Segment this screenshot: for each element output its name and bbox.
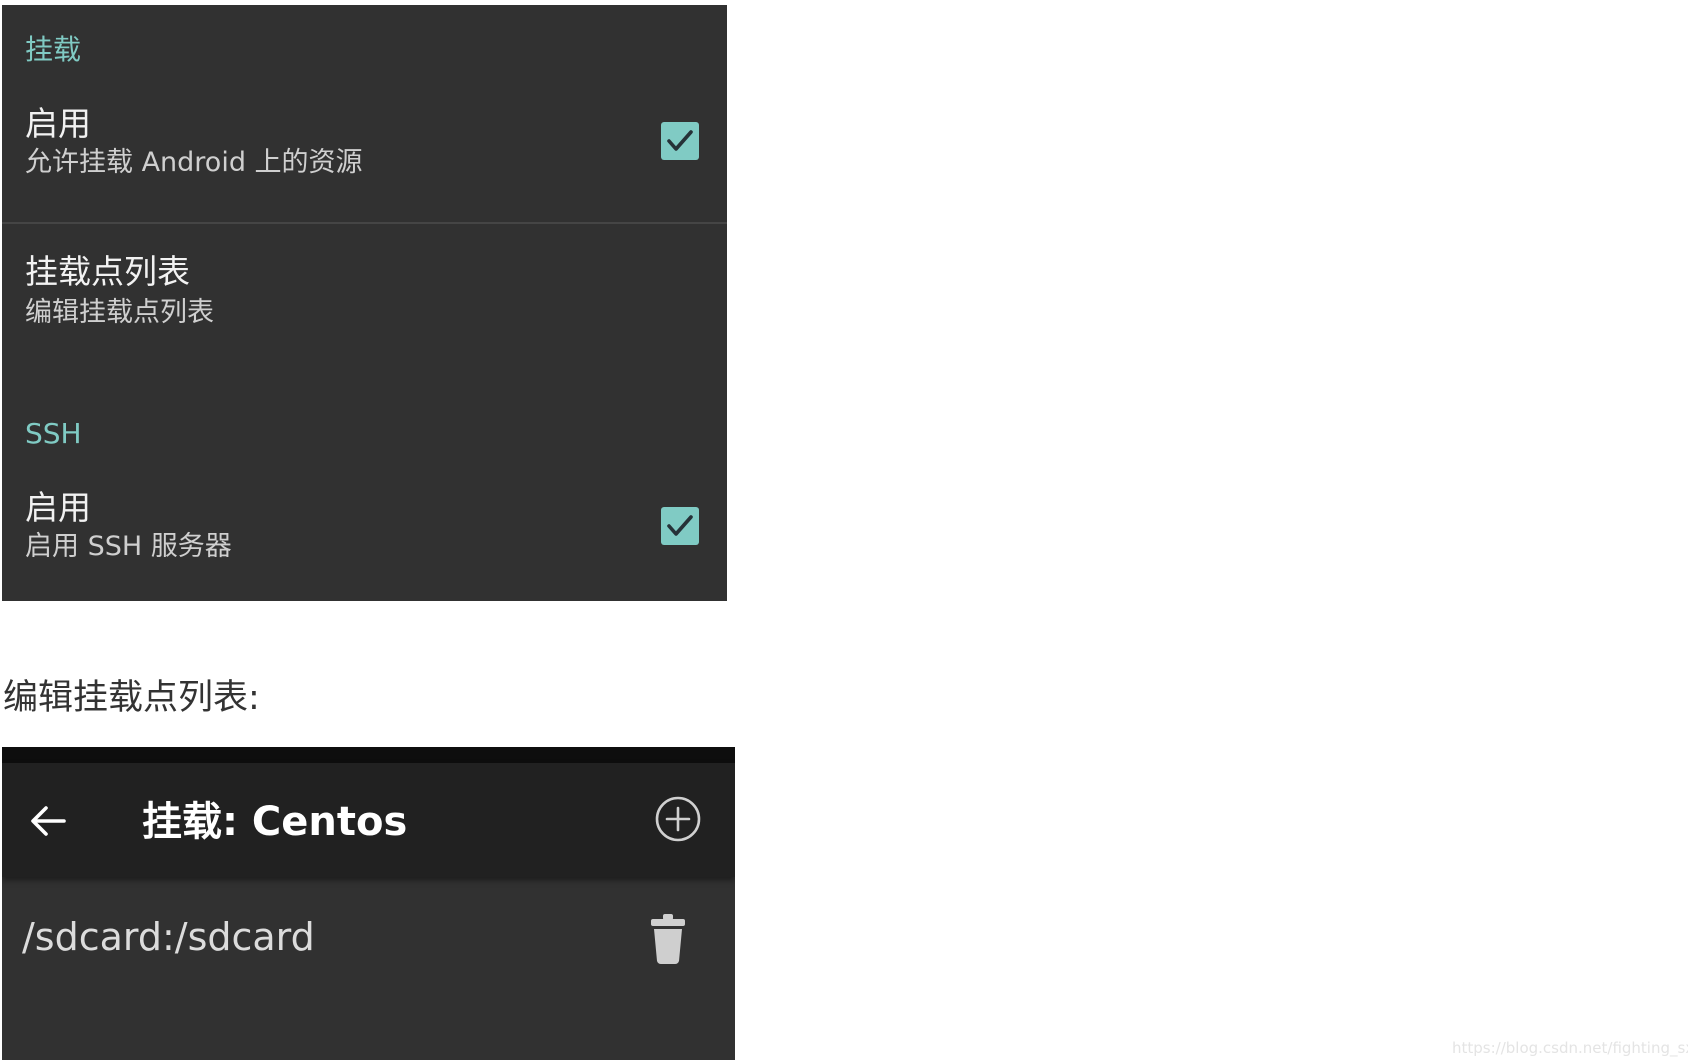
category-header-ssh: SSH — [25, 417, 82, 450]
caption-text: 编辑挂载点列表: — [3, 678, 260, 718]
pref-mount-points[interactable]: 挂载点列表 编辑挂载点列表 — [2, 251, 727, 351]
pref-ssh-enable[interactable]: 启用 启用 SSH 服务器 — [2, 479, 727, 591]
ssh-enable-checkbox[interactable] — [661, 507, 699, 545]
pref-summary: 启用 SSH 服务器 — [25, 531, 232, 562]
back-button[interactable] — [24, 795, 76, 847]
trash-icon — [651, 914, 685, 964]
divider — [2, 222, 727, 224]
pref-summary: 编辑挂载点列表 — [25, 297, 214, 328]
mount-list-screen: 挂载: Centos /sdcard:/sdcard — [2, 747, 735, 1060]
add-mount-button[interactable] — [652, 793, 704, 845]
delete-mount-button[interactable] — [646, 911, 690, 965]
category-header-mount: 挂载 — [25, 33, 82, 66]
pref-title: 启用 — [25, 488, 91, 527]
mount-enable-checkbox[interactable] — [661, 122, 699, 160]
list-item[interactable]: /sdcard:/sdcard — [2, 897, 735, 977]
settings-panel: 挂载 启用 允许挂载 Android 上的资源 挂载点列表 编辑挂载点列表 SS… — [2, 5, 727, 601]
checkmark-icon — [667, 130, 693, 151]
toolbar-title: 挂载: Centos — [142, 799, 408, 845]
add-circle-icon — [655, 796, 701, 842]
pref-summary: 允许挂载 Android 上的资源 — [25, 147, 363, 178]
pref-title: 启用 — [25, 104, 91, 143]
status-bar — [2, 747, 735, 763]
pref-mount-enable[interactable]: 启用 允许挂载 Android 上的资源 — [2, 95, 727, 207]
checkmark-icon — [667, 515, 693, 536]
watermark-text: https://blog.csdn.net/fighting_sxw — [1452, 1039, 1688, 1057]
arrow-back-icon — [31, 806, 66, 836]
mount-path: /sdcard:/sdcard — [22, 915, 315, 959]
toolbar: 挂载: Centos — [2, 763, 735, 877]
pref-title: 挂载点列表 — [25, 252, 190, 291]
